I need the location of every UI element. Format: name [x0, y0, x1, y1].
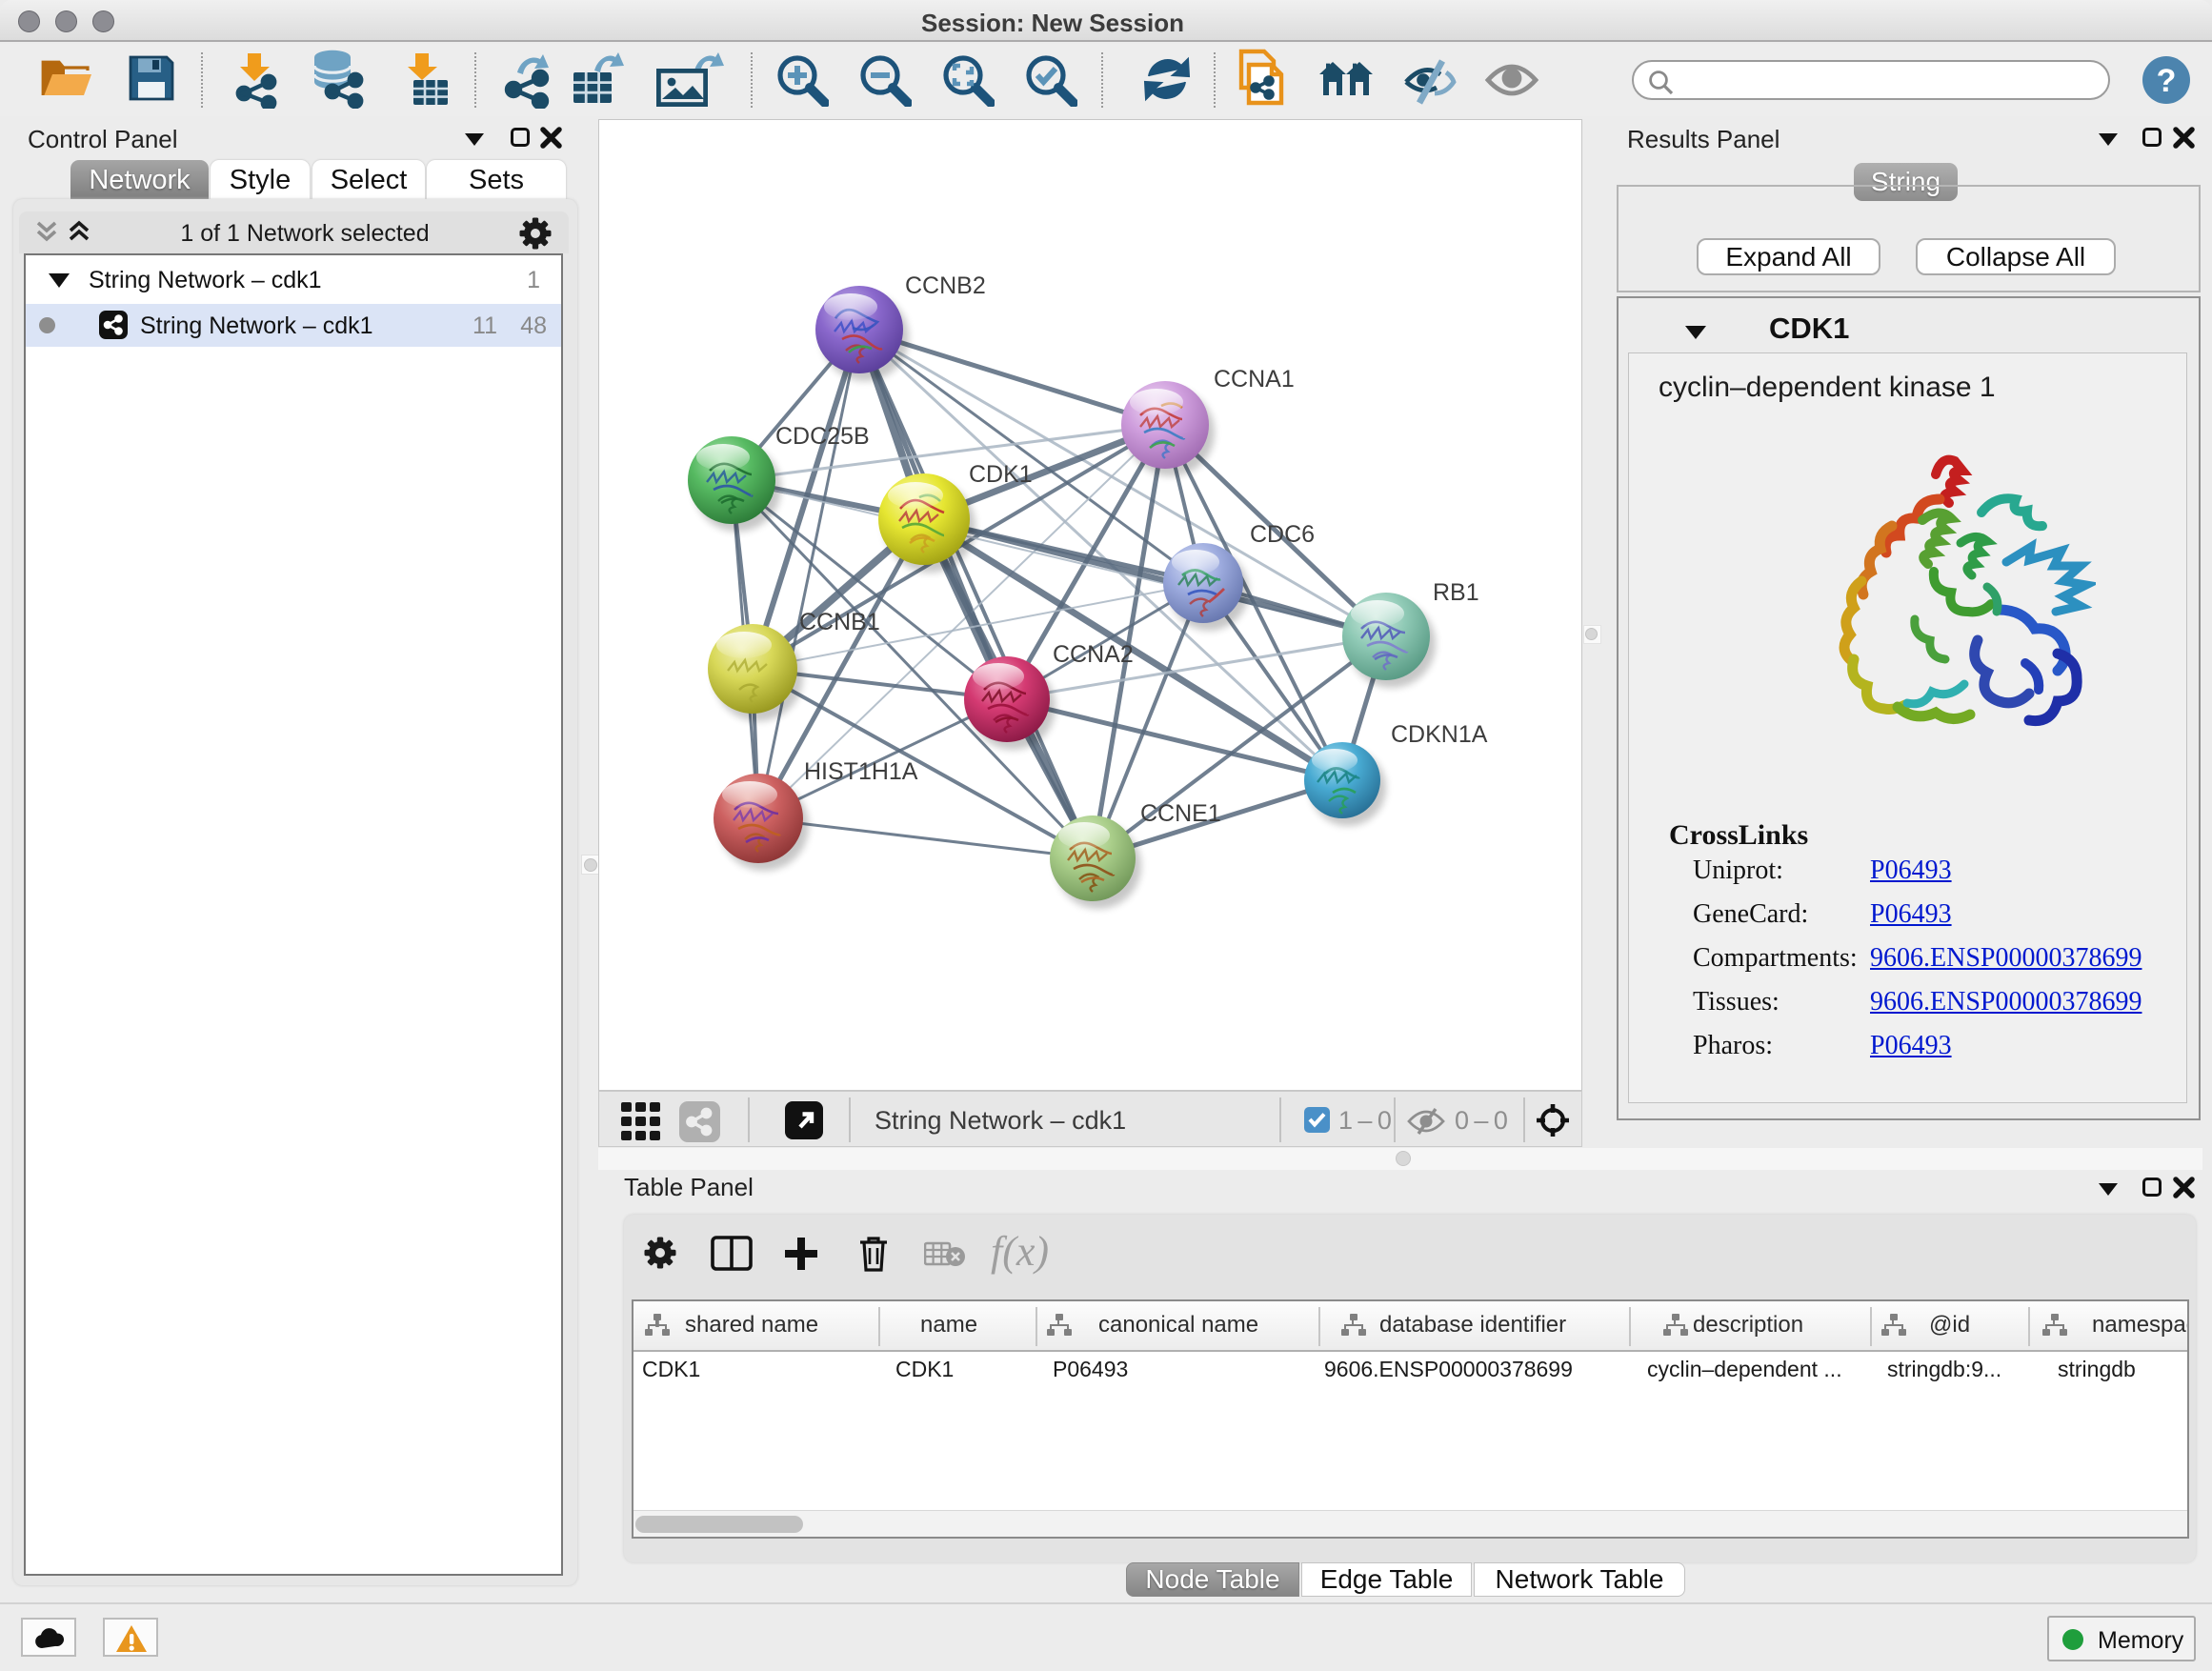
svg-text:CDC6: CDC6 [1250, 521, 1315, 548]
svg-text:CDC25B: CDC25B [775, 423, 870, 450]
svg-text:HIST1H1A: HIST1H1A [804, 758, 918, 785]
svg-text:CCNB2: CCNB2 [905, 272, 986, 299]
svg-text:CCNA1: CCNA1 [1214, 366, 1295, 393]
svg-text:CDK1: CDK1 [969, 461, 1033, 488]
svg-text:RB1: RB1 [1433, 579, 1479, 606]
svg-text:CCNB1: CCNB1 [799, 609, 880, 635]
svg-text:?: ? [2157, 63, 2177, 99]
svg-text:CCNA2: CCNA2 [1053, 641, 1134, 668]
svg-text:CDKN1A: CDKN1A [1391, 721, 1488, 748]
svg-text:CCNE1: CCNE1 [1140, 800, 1221, 827]
